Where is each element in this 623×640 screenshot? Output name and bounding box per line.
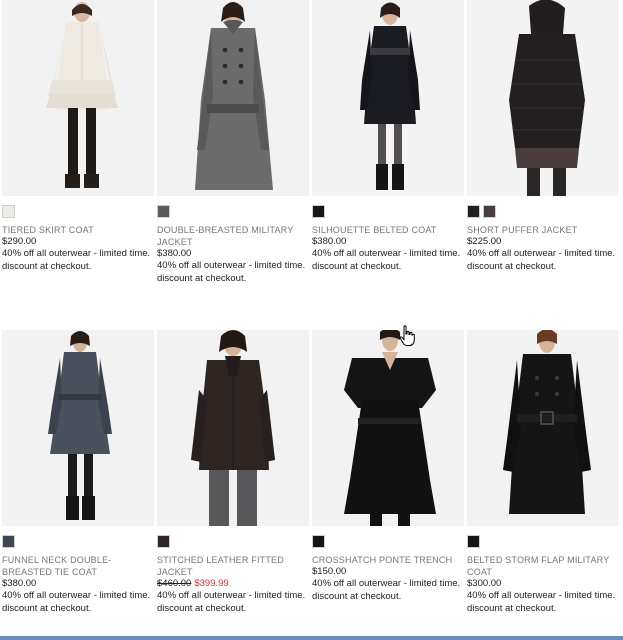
product-card[interactable]: CROSSHATCH PONTE TRENCH $150.00 40% off … <box>312 330 464 602</box>
product-info: SILHOUETTE BELTED COAT $380.00 40% off a… <box>312 224 464 273</box>
product-price: $380.00 <box>312 236 347 247</box>
product-price: $290.00 <box>2 236 37 247</box>
color-swatch[interactable] <box>467 535 480 548</box>
product-card[interactable]: STITCHED LEATHER FITTED JACKET $460.00 $3… <box>157 330 309 614</box>
promo-text: 40% off all outerwear - limited time. di… <box>157 260 306 284</box>
product-card[interactable]: TIERED SKIRT COAT $290.00 40% off all ou… <box>2 0 154 272</box>
color-swatches <box>2 535 15 549</box>
product-image-illustration <box>467 0 619 196</box>
product-image[interactable] <box>312 330 464 526</box>
color-swatch[interactable] <box>312 205 325 218</box>
product-card[interactable]: BELTED STORM FLAP MILITARY COAT $300.00 … <box>467 330 619 614</box>
color-swatch[interactable] <box>157 535 170 548</box>
product-image-illustration <box>157 330 309 526</box>
product-image[interactable] <box>2 330 154 526</box>
product-price: $380.00 <box>157 248 192 259</box>
color-swatch[interactable] <box>467 205 480 218</box>
product-name[interactable]: STITCHED LEATHER FITTED JACKET <box>157 554 309 578</box>
product-image-illustration <box>312 330 464 526</box>
color-swatch[interactable] <box>157 205 170 218</box>
product-price: $380.00 <box>2 578 37 589</box>
product-image[interactable] <box>467 330 619 526</box>
product-price: $225.00 <box>467 236 502 247</box>
promo-text: 40% off all outerwear - limited time. di… <box>312 578 461 602</box>
product-info: DOUBLE-BREASTED MILITARY JACKET $380.00 … <box>157 224 309 285</box>
product-name[interactable]: SHORT PUFFER JACKET <box>467 224 619 236</box>
product-info: BELTED STORM FLAP MILITARY COAT $300.00 … <box>467 554 619 615</box>
product-image-illustration <box>467 330 619 526</box>
product-image-illustration <box>2 0 154 196</box>
product-card[interactable]: SHORT PUFFER JACKET $225.00 40% off all … <box>467 0 619 272</box>
color-swatches <box>312 205 325 219</box>
promo-text: 40% off all outerwear - limited time. di… <box>467 248 616 272</box>
promo-text: 40% off all outerwear - limited time. di… <box>467 590 616 614</box>
color-swatches <box>467 205 496 219</box>
product-grid: TIERED SKIRT COAT $290.00 40% off all ou… <box>0 0 623 640</box>
color-swatches <box>467 535 480 549</box>
product-name[interactable]: SILHOUETTE BELTED COAT <box>312 224 464 236</box>
product-name[interactable]: BELTED STORM FLAP MILITARY COAT <box>467 554 619 578</box>
product-price: $460.00 $399.99 <box>157 578 309 590</box>
product-info: FUNNEL NECK DOUBLE-BREASTED TIE COAT $38… <box>2 554 154 615</box>
sale-price: $399.99 <box>194 578 229 589</box>
product-card[interactable]: SILHOUETTE BELTED COAT $380.00 40% off a… <box>312 0 464 272</box>
color-swatch[interactable] <box>2 535 15 548</box>
product-info: CROSSHATCH PONTE TRENCH $150.00 40% off … <box>312 554 464 603</box>
product-image[interactable] <box>157 0 309 196</box>
product-name[interactable]: TIERED SKIRT COAT <box>2 224 154 236</box>
bottom-border <box>0 636 623 640</box>
product-info: TIERED SKIRT COAT $290.00 40% off all ou… <box>2 224 154 273</box>
product-price: $150.00 <box>312 566 347 577</box>
promo-text: 40% off all outerwear - limited time. di… <box>2 590 151 614</box>
product-name[interactable]: DOUBLE-BREASTED MILITARY JACKET <box>157 224 309 248</box>
color-swatch[interactable] <box>483 205 496 218</box>
product-image-illustration <box>312 0 464 196</box>
product-name[interactable]: CROSSHATCH PONTE TRENCH <box>312 554 464 566</box>
product-card[interactable]: FUNNEL NECK DOUBLE-BREASTED TIE COAT $38… <box>2 330 154 614</box>
product-price: $300.00 <box>467 578 502 589</box>
product-image[interactable] <box>157 330 309 526</box>
product-name[interactable]: FUNNEL NECK DOUBLE-BREASTED TIE COAT <box>2 554 154 578</box>
color-swatches <box>312 535 325 549</box>
product-image[interactable] <box>2 0 154 196</box>
color-swatches <box>2 205 15 219</box>
color-swatch[interactable] <box>312 535 325 548</box>
original-price: $460.00 <box>157 578 192 589</box>
color-swatch[interactable] <box>2 205 15 218</box>
product-info: SHORT PUFFER JACKET $225.00 40% off all … <box>467 224 619 273</box>
product-image[interactable] <box>312 0 464 196</box>
promo-text: 40% off all outerwear - limited time. di… <box>157 590 306 614</box>
product-image-illustration <box>2 330 154 526</box>
product-image[interactable] <box>467 0 619 196</box>
color-swatches <box>157 205 170 219</box>
color-swatches <box>157 535 170 549</box>
product-card[interactable]: DOUBLE-BREASTED MILITARY JACKET $380.00 … <box>157 0 309 284</box>
promo-text: 40% off all outerwear - limited time. di… <box>2 248 151 272</box>
product-image-illustration <box>157 0 309 196</box>
product-info: STITCHED LEATHER FITTED JACKET $460.00 $3… <box>157 554 309 615</box>
promo-text: 40% off all outerwear - limited time. di… <box>312 248 461 272</box>
